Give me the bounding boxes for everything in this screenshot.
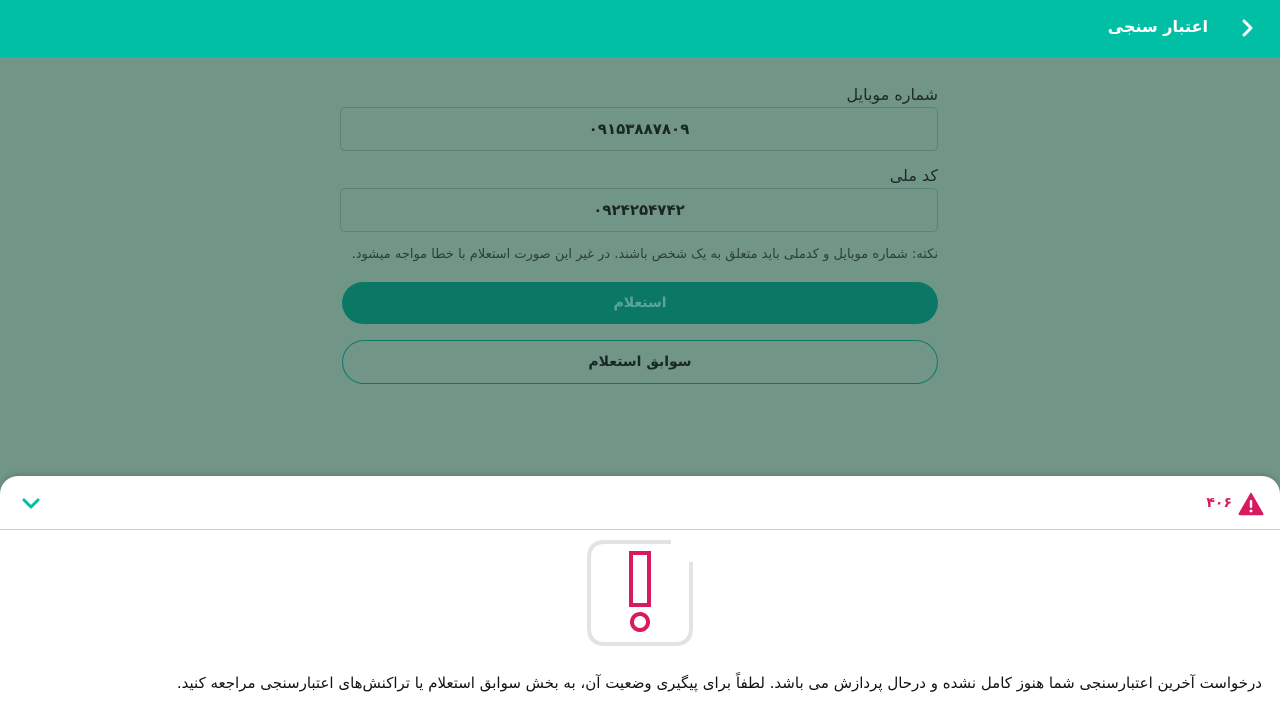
exclamation-icon xyxy=(587,540,693,646)
sheet-header: ۴۰۶ xyxy=(0,476,1280,530)
chevron-down-icon xyxy=(22,498,40,509)
mobile-input[interactable] xyxy=(340,107,938,151)
national-code-input[interactable] xyxy=(340,188,938,232)
inquiry-form: شماره موبایل کد ملی نکته: شماره موبایل و… xyxy=(340,82,938,384)
back-button[interactable] xyxy=(1234,14,1262,42)
status-message: درخواست آخرین اعتبارسنجی شما هنوز کامل ن… xyxy=(176,674,1262,692)
collapse-button[interactable] xyxy=(20,494,42,514)
bottom-sheet: ۴۰۶ درخواست آخرین اعتبارسنجی شما هنوز کا… xyxy=(0,476,1280,720)
inquiry-history-button[interactable]: سوابق استعلام xyxy=(342,340,938,384)
inquiry-button[interactable]: استعلام xyxy=(342,282,938,324)
chevron-right-icon xyxy=(1242,19,1253,37)
national-code-label: کد ملی xyxy=(889,166,938,185)
note-text: نکته: شماره موبایل و کدملی باید متعلق به… xyxy=(351,247,938,262)
error-code: ۴۰۶ xyxy=(1206,495,1232,511)
app-header: اعتبار سنجی xyxy=(0,0,1280,57)
warning-triangle-icon xyxy=(1238,492,1264,516)
page-title: اعتبار سنجی xyxy=(1107,17,1208,36)
mobile-label: شماره موبایل xyxy=(846,85,938,104)
